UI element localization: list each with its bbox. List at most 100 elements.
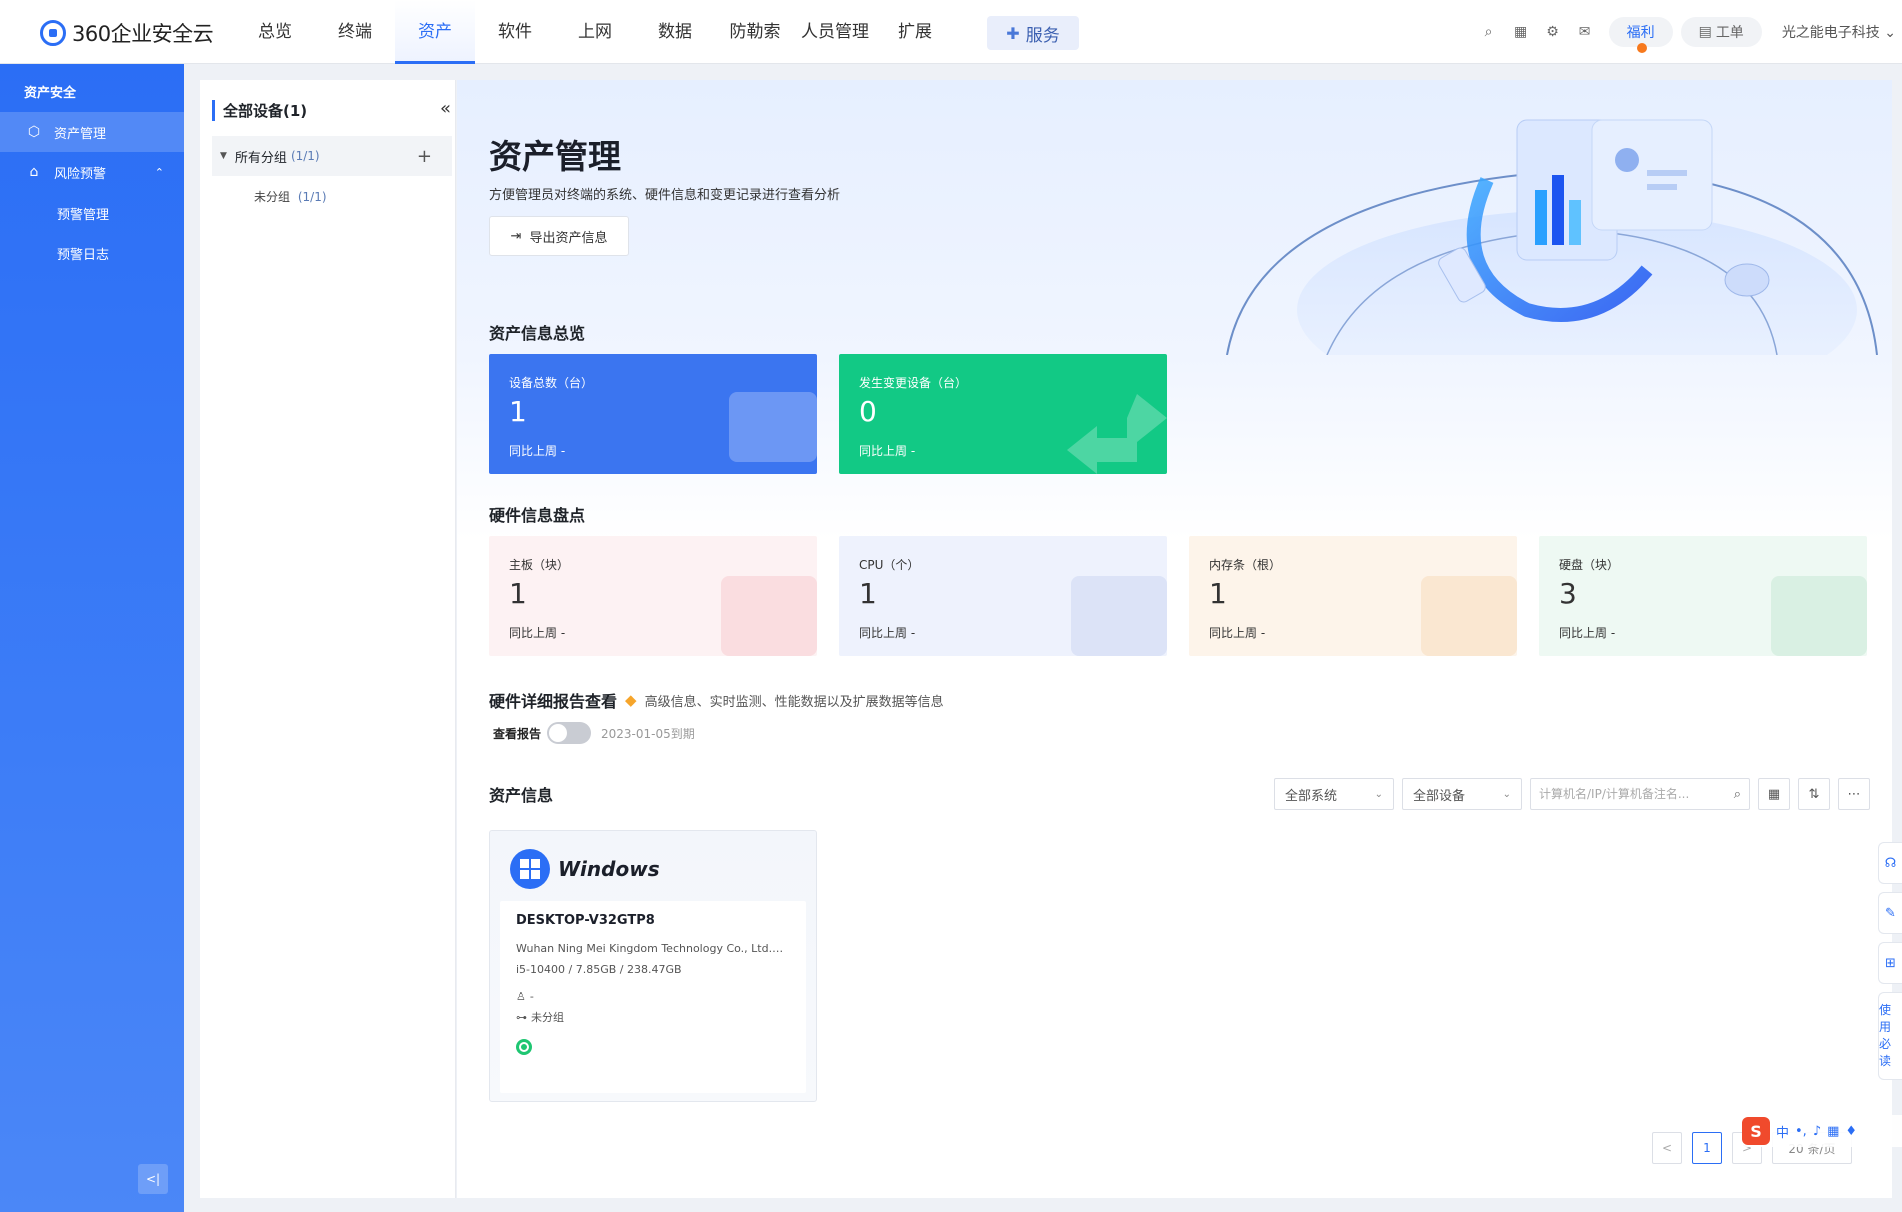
asset-vendor: Wuhan Ning Mei Kingdom Technology Co., L… — [516, 942, 790, 955]
hw-card-cpu: CPU（个） 1 同比上周 - — [839, 536, 1167, 656]
logo-text: 360企业安全云 — [72, 22, 214, 46]
floating-toolbar: ☊ ✎ ⊞ 使用必读 — [1878, 842, 1902, 1088]
tree-group-label: 所有分组 — [234, 150, 287, 166]
edit-icon[interactable]: ✎ — [1878, 892, 1902, 934]
cpu-chip-icon — [1071, 576, 1167, 656]
assets-title: 资产信息 — [489, 786, 554, 805]
tree-leaf-label: 未分组 — [254, 190, 291, 204]
asset-card[interactable]: Windows DESKTOP-V32GTP8 Wuhan Ning Mei K… — [489, 830, 817, 1102]
device-filter-value: 全部设备 — [1413, 788, 1466, 804]
hw-card-memory: 内存条（根） 1 同比上周 - — [1189, 536, 1517, 656]
chevron-down-icon: ⌄ — [1374, 788, 1383, 800]
sort-icon[interactable]: ⇅ — [1798, 778, 1830, 810]
diamond-icon: ◆ — [625, 691, 637, 709]
online-status-icon — [516, 1039, 532, 1055]
device-filter-select[interactable]: 全部设备 ⌄ — [1402, 778, 1522, 810]
tree-leaf-ungrouped[interactable]: 未分组 (1/1) — [254, 188, 327, 205]
report-expiry: 2023-01-05到期 — [601, 726, 695, 741]
asset-os-header: Windows — [510, 849, 660, 889]
stat-label: CPU（个） — [859, 558, 920, 572]
sogou-icon[interactable]: S — [1742, 1117, 1770, 1145]
asset-search-input[interactable] — [1539, 787, 1734, 801]
hardware-report-subtitle: 高级信息、实时监测、性能数据以及扩展数据等信息 — [644, 694, 944, 710]
stat-label: 硬盘（块） — [1559, 558, 1620, 572]
sidebar-collapse-button[interactable]: <| — [138, 1164, 168, 1194]
ime-toolbar: S 中 •, ♪ ▦ ♦ — [1742, 1115, 1902, 1147]
service-label: 服务 — [1025, 25, 1060, 46]
nav-extension[interactable]: 扩展 — [875, 0, 955, 64]
collapse-left-icon: <| — [145, 1172, 161, 1186]
user-menu[interactable]: 光之能电子科技 ⌄ — [1782, 22, 1896, 42]
logo[interactable]: 360企业安全云 — [40, 18, 214, 48]
circuit-icon — [1771, 576, 1867, 656]
caret-down-icon: ▼ — [220, 151, 227, 161]
prev-page-button[interactable]: < — [1652, 1132, 1682, 1164]
memory-stick-icon — [1421, 576, 1517, 656]
chevron-down-icon: ⌄ — [1502, 788, 1511, 800]
nav-software[interactable]: 软件 — [475, 0, 555, 64]
export-assets-button[interactable]: ⇥ 导出资产信息 — [489, 216, 629, 256]
asset-details: DESKTOP-V32GTP8 Wuhan Ning Mei Kingdom T… — [500, 901, 806, 1093]
stat-label: 设备总数（台） — [509, 376, 594, 390]
os-filter-select[interactable]: 全部系统 ⌄ — [1274, 778, 1394, 810]
puzzle-icon: ✚ — [1006, 23, 1020, 43]
sidebar-subitem-alert-management[interactable]: 预警管理 — [57, 204, 109, 223]
microphone-icon[interactable]: ♪ — [1813, 1124, 1821, 1139]
grid-icon[interactable]: ▦ — [1505, 16, 1537, 48]
nav-personnel[interactable]: 人员管理 — [795, 0, 875, 64]
bell-tower-icon: ⌂ — [29, 164, 39, 180]
nav-assets[interactable]: 资产 — [395, 0, 475, 64]
punctuation-icon[interactable]: •, — [1795, 1124, 1807, 1139]
double-chevron-left-icon[interactable]: « — [440, 98, 451, 119]
user-icon: ♙ — [516, 990, 526, 1003]
welfare-label: 福利 — [1626, 25, 1655, 41]
nav-data[interactable]: 数据 — [635, 0, 715, 64]
nav-overview[interactable]: 总览 — [235, 0, 315, 64]
sidebar-item-asset-management[interactable]: ⬡ 资产管理 — [0, 112, 184, 152]
report-toggle-switch[interactable] — [547, 722, 592, 744]
search-icon[interactable]: ⌕ — [1734, 787, 1741, 802]
add-group-icon[interactable]: + — [417, 146, 432, 167]
search-icon[interactable]: ⌕ — [1473, 16, 1505, 48]
user-name: 光之能电子科技 — [1781, 25, 1880, 41]
network-icon[interactable]: ⊞ — [1878, 942, 1902, 984]
windows-icon — [510, 849, 550, 889]
asset-user-row: ♙ - — [516, 990, 790, 1003]
guide-button[interactable]: 使用必读 — [1878, 992, 1902, 1080]
mail-icon[interactable]: ✉ — [1569, 16, 1601, 48]
skin-icon[interactable]: ♦ — [1845, 1124, 1857, 1139]
page-number-button[interactable]: 1 — [1692, 1132, 1722, 1164]
stat-label: 发生变更设备（台） — [859, 376, 968, 390]
main-nav: 总览 终端 资产 软件 上网 数据 防勒索 人员管理 扩展 — [235, 0, 955, 64]
nav-internet[interactable]: 上网 — [555, 0, 635, 64]
overview-title: 资产信息总览 — [489, 324, 586, 343]
welfare-button[interactable]: 福利 — [1608, 17, 1673, 53]
stat-label: 内存条（根） — [1209, 558, 1282, 572]
service-button[interactable]: ✚ 服务 — [987, 16, 1079, 50]
sidebar-subitem-alert-log[interactable]: 预警日志 — [57, 244, 109, 263]
guide-label: 使用必读 — [1879, 1003, 1892, 1068]
gear-icon[interactable]: ⚙ — [1537, 16, 1569, 48]
tree-group-all[interactable]: ▼ 所有分组 (1/1) + — [212, 136, 452, 176]
sidebar-item-risk-alert[interactable]: ⌂ 风险预警 ⌃ — [0, 152, 184, 192]
export-icon: ⇥ — [510, 228, 522, 244]
report-toggle-label: 查看报告 — [493, 726, 542, 741]
more-icon[interactable]: ⋯ — [1838, 778, 1870, 810]
hw-card-disk: 硬盘（块） 3 同比上周 - — [1539, 536, 1867, 656]
tree-title: 全部设备(1) — [212, 100, 307, 121]
nav-terminal[interactable]: 终端 — [315, 0, 395, 64]
sidebar: 资产安全 ⬡ 资产管理 ⌂ 风险预警 ⌃ 预警管理 预警日志 <| — [0, 64, 184, 1212]
headset-icon[interactable]: ☊ — [1878, 842, 1902, 884]
top-right-tools: ⌕ ▦ ⚙ ✉ 福利 ▤ 工单 光之能电子科技 ⌄ — [1473, 0, 1902, 64]
monitor-icon — [729, 392, 817, 462]
tree-group-count: (1/1) — [290, 149, 320, 163]
ime-lang[interactable]: 中 — [1776, 1122, 1789, 1141]
logo-icon — [40, 20, 66, 46]
nav-ransomware[interactable]: 防勒索 — [715, 0, 795, 64]
workorder-button[interactable]: ▤ 工单 — [1680, 17, 1762, 47]
chevron-down-icon: ⌄ — [1884, 25, 1896, 41]
os-filter-value: 全部系统 — [1285, 788, 1338, 804]
keyboard-icon[interactable]: ▦ — [1827, 1124, 1839, 1139]
grid-view-icon[interactable]: ▦ — [1758, 778, 1790, 810]
sidebar-section-title: 资产安全 — [24, 86, 77, 101]
